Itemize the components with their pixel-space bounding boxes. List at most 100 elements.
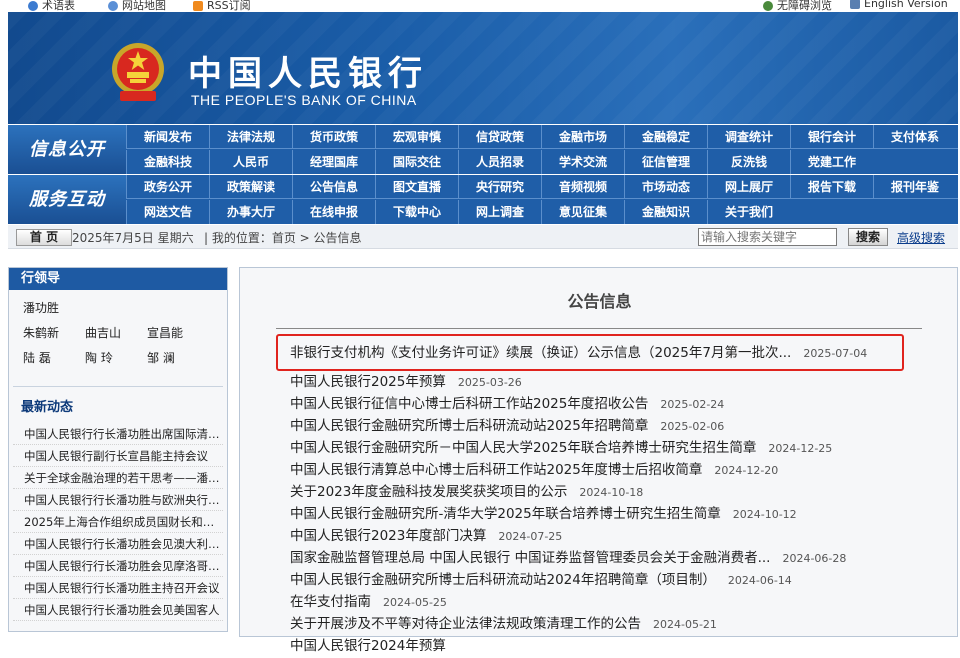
leader-link[interactable]: 陆 磊 [23,346,85,370]
nav-item[interactable]: 银行会计 [790,125,873,149]
nav-item[interactable]: 宏观审慎 [375,125,458,149]
news-item[interactable]: 中国人民银行行长潘功胜主持召开会议 [13,577,223,599]
news-item[interactable]: 中国人民银行行长潘功胜会见摩洛哥客人 [13,555,223,577]
nav-item[interactable]: 网上调查 [458,200,541,224]
notice-title[interactable]: 中国人民银行2024年预算 [290,638,446,654]
notice-item[interactable]: 中国人民银行征信中心博士后科研工作站2025年度招收公告 2025-02-24 [290,393,930,415]
page-title: 公告信息 [567,292,632,311]
nav-item[interactable]: 人民币 [209,150,292,174]
nav-item[interactable]: 办事大厅 [209,200,292,224]
nav-item[interactable]: 经理国库 [292,150,375,174]
notice-item[interactable]: 中国人民银行金融研究所-清华大学2025年联合培养博士研究生招生简章 2024-1… [290,503,930,525]
notice-item[interactable]: 中国人民银行金融研究所博士后科研流动站2024年招聘简章（项目制） 2024-06… [290,569,930,591]
notice-title[interactable]: 中国人民银行2025年预算 [290,374,446,390]
nav-item[interactable]: 人员招录 [458,150,541,174]
latest-news-list: 中国人民银行行长潘功胜出席国际清算银行年会 中国人民银行副行长宣昌能主持会议 关… [13,423,223,621]
nav-item[interactable]: 网送文告 [126,200,209,224]
notice-item[interactable]: 中国人民银行2023年度部门决算 2024-07-25 [290,525,930,547]
notice-title[interactable]: 在华支付指南 [290,594,371,610]
notice-date: 2024-07-25 [498,530,563,543]
notice-item[interactable]: 关于2023年度金融科技发展奖获奖项目的公示 2024-10-18 [290,481,930,503]
notice-item[interactable]: 国家金融监督管理总局 中国人民银行 中国证券监督管理委员会关于金融消费者... 2… [290,547,930,569]
nav-item[interactable]: 报告下载 [790,175,873,199]
nav-item[interactable]: 关于我们 [707,200,790,224]
notice-title[interactable]: 中国人民银行2023年度部门决算 [290,528,486,544]
news-item[interactable]: 中国人民银行行长潘功胜与欧洲央行行长会谈 [13,489,223,511]
nav-item[interactable]: 在线申报 [292,200,375,224]
nav-item[interactable]: 金融科技 [126,150,209,174]
nav-info-public: 信息公开 新闻发布 法律法规 货币政策 宏观审慎 信贷政策 金融市场 金融稳定 … [8,125,958,174]
nav-item[interactable]: 金融稳定 [624,125,707,149]
news-item[interactable]: 中国人民银行行长潘功胜会见澳大利亚客人 [13,533,223,555]
nav-item[interactable]: 音频视频 [541,175,624,199]
notice-list: 非银行支付机构《支付业务许可证》续展（换证）公示信息（2025年7月第一批次..… [290,335,930,657]
nav-item[interactable]: 征信管理 [624,150,707,174]
breadcrumb-bar: 首 页 2025年7月5日 星期六 | 我的位置：首页 > 公告信息 搜索 高级… [8,225,958,249]
nav-item[interactable]: 信贷政策 [458,125,541,149]
nav-item[interactable]: 法律法规 [209,125,292,149]
notice-item[interactable]: 中国人民银行金融研究所－中国人民大学2025年联合培养博士研究生招生简章 2024… [290,437,930,459]
nav-item[interactable]: 政策解读 [209,175,292,199]
accessible-link[interactable]: 无障碍浏览 [763,0,832,12]
nav-row: 金融科技 人民币 经理国库 国际交往 人员招录 学术交流 征信管理 反洗钱 党建… [126,150,958,174]
leader-link[interactable]: 潘功胜 [23,296,85,320]
nav-item[interactable]: 新闻发布 [126,125,209,149]
notice-title[interactable]: 中国人民银行金融研究所－中国人民大学2025年联合培养博士研究生招生简章 [290,440,756,456]
search-input[interactable] [698,228,837,246]
search-button[interactable]: 搜索 [848,228,888,246]
notice-title[interactable]: 关于2023年度金融科技发展奖获奖项目的公示 [290,484,567,500]
rss-link[interactable]: RSS订阅 [193,0,251,12]
nav-item[interactable]: 金融知识 [624,200,707,224]
nav-item[interactable]: 金融市场 [541,125,624,149]
nav-item[interactable]: 公告信息 [292,175,375,199]
news-item[interactable]: 关于全球金融治理的若干思考——潘功胜 [13,467,223,489]
leader-link[interactable]: 宣昌能 [147,321,209,345]
notice-title[interactable]: 中国人民银行金融研究所博士后科研流动站2024年招聘简章（项目制） [290,572,716,588]
nav-item[interactable]: 下载中心 [375,200,458,224]
nav-item[interactable]: 货币政策 [292,125,375,149]
glossary-link[interactable]: 术语表 [28,0,75,12]
notice-title[interactable]: 关于开展涉及不平等对待企业法律法规政策清理工作的公告 [290,616,641,632]
notice-item[interactable]: 中国人民银行2025年预算 2025-03-26 [290,371,930,393]
nav-item[interactable]: 意见征集 [541,200,624,224]
leader-link[interactable]: 曲吉山 [85,321,147,345]
nav-item[interactable]: 政务公开 [126,175,209,199]
nav-item[interactable]: 市场动态 [624,175,707,199]
breadcrumb[interactable]: | 我的位置：首页 > 公告信息 [204,229,362,246]
notice-item[interactable]: 非银行支付机构《支付业务许可证》续展（换证）公示信息（2025年7月第一批次..… [290,335,930,371]
nav-item[interactable]: 支付体系 [873,125,956,149]
nav-item[interactable]: 调查统计 [707,125,790,149]
notice-item[interactable]: 在华支付指南 2024-05-25 [290,591,930,613]
notice-title[interactable]: 国家金融监督管理总局 中国人民银行 中国证券监督管理委员会关于金融消费者... [290,550,770,566]
nav-item[interactable]: 报刊年鉴 [873,175,956,199]
nav-item[interactable]: 反洗钱 [707,150,790,174]
nav-item[interactable]: 网上展厅 [707,175,790,199]
notice-title[interactable]: 中国人民银行金融研究所博士后科研流动站2025年招聘简章 [290,418,648,434]
news-item[interactable]: 2025年上海合作组织成员国财长和央行行长会议 [13,511,223,533]
notice-title[interactable]: 非银行支付机构《支付业务许可证》续展（换证）公示信息（2025年7月第一批次..… [290,345,791,361]
notice-item[interactable]: 中国人民银行清算总中心博士后科研工作站2025年度博士后招收简章 2024-12-… [290,459,930,481]
news-item[interactable]: 中国人民银行行长潘功胜会见美国客人 [13,599,223,621]
notice-date: 2024-10-12 [732,508,797,521]
nav-item[interactable]: 国际交往 [375,150,458,174]
notice-item[interactable]: 中国人民银行金融研究所博士后科研流动站2025年招聘简章 2025-02-06 [290,415,930,437]
leader-link[interactable]: 陶 玲 [85,346,147,370]
nav-item[interactable]: 央行研究 [458,175,541,199]
news-item[interactable]: 中国人民银行副行长宣昌能主持会议 [13,445,223,467]
nav-item[interactable]: 党建工作 [790,150,873,174]
news-item[interactable]: 中国人民银行行长潘功胜出席国际清算银行年会 [13,423,223,445]
notice-title[interactable]: 中国人民银行征信中心博士后科研工作站2025年度招收公告 [290,396,648,412]
english-link[interactable]: English Version [850,0,948,10]
notice-title[interactable]: 中国人民银行金融研究所-清华大学2025年联合培养博士研究生招生简章 [290,506,721,522]
notice-title[interactable]: 中国人民银行清算总中心博士后科研工作站2025年度博士后招收简章 [290,462,702,478]
sitemap-link[interactable]: 网站地图 [108,0,166,12]
notice-item[interactable]: 关于开展涉及不平等对待企业法律法规政策清理工作的公告 2024-05-21 [290,613,930,635]
nav-item[interactable]: 图文直播 [375,175,458,199]
leader-link[interactable]: 邹 澜 [147,346,209,370]
home-button[interactable]: 首 页 [16,229,72,246]
notice-date: 2024-12-20 [714,464,779,477]
advanced-search-link[interactable]: 高级搜索 [897,229,945,246]
leader-link[interactable]: 朱鹤新 [23,321,85,345]
nav-item[interactable]: 学术交流 [541,150,624,174]
notice-item[interactable]: 中国人民银行2024年预算 [290,635,930,657]
